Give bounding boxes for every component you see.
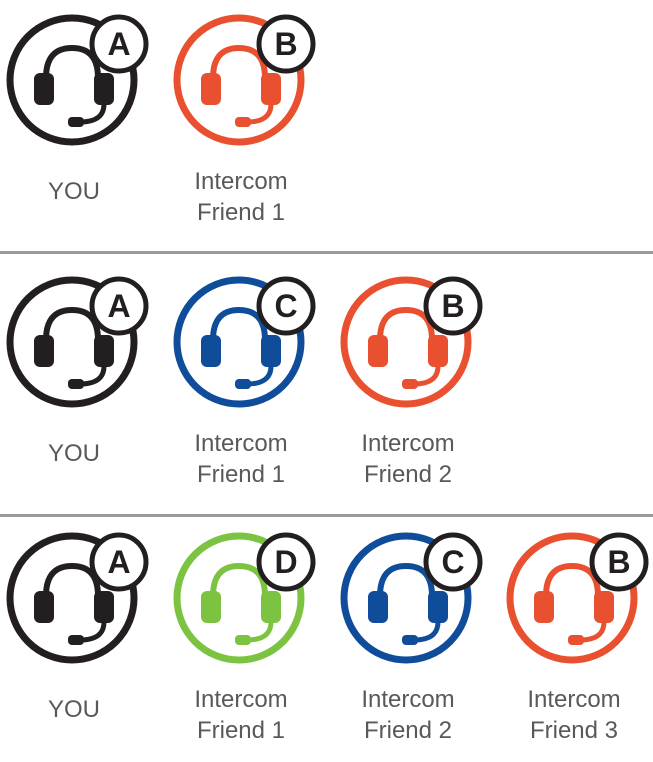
headset-label-line: YOU	[47, 440, 100, 467]
headband	[210, 44, 268, 81]
right-ear-cup	[261, 73, 281, 105]
badge-letter: B	[607, 544, 630, 580]
headset-label-line: Intercom	[361, 430, 455, 457]
badge-letter: D	[274, 544, 297, 580]
mic-tip	[568, 635, 584, 645]
right-ear-cup	[428, 335, 448, 367]
headband	[210, 562, 268, 599]
headset-label-line: Friend 1	[196, 199, 286, 226]
badge-letter: A	[107, 544, 130, 580]
headset-label-line: Friend 1	[196, 461, 286, 488]
left-ear-cup	[201, 335, 221, 367]
badge-letter: A	[107, 288, 130, 324]
headset-label: Intercom Friend 2	[338, 684, 478, 746]
headband	[43, 44, 101, 81]
headset-label: Intercom Friend 1	[171, 428, 311, 490]
badge-letter: A	[107, 26, 130, 62]
mic-tip	[402, 635, 418, 645]
right-ear-cup	[261, 591, 281, 623]
headset-unit-a: A YOU	[4, 266, 149, 506]
mic-tip	[235, 117, 251, 127]
left-ear-cup	[534, 591, 554, 623]
right-ear-cup	[594, 591, 614, 623]
right-ear-cup	[261, 335, 281, 367]
left-ear-cup	[201, 73, 221, 105]
mic-tip	[68, 117, 84, 127]
left-ear-cup	[201, 591, 221, 623]
mic-tip	[235, 379, 251, 389]
left-ear-cup	[34, 591, 54, 623]
headset-unit-c: C Intercom Friend 2	[338, 522, 483, 762]
mic-tip	[402, 379, 418, 389]
mic-tip	[68, 635, 84, 645]
headset-unit-b: B Intercom Friend 3	[504, 522, 649, 762]
headset-label-line: Friend 2	[363, 717, 453, 744]
row-divider	[0, 251, 653, 254]
headset-label-line: Friend 2	[363, 461, 453, 488]
headset-unit-d: D Intercom Friend 1	[171, 522, 316, 762]
headset-unit-a: A YOU	[4, 522, 149, 762]
headband	[543, 562, 601, 599]
headset-unit-a: A YOU	[4, 4, 149, 244]
headset-label: Intercom Friend 3	[504, 684, 644, 746]
headset-label: Intercom Friend 1	[171, 166, 311, 228]
headset-unit-b: B Intercom Friend 1	[171, 4, 316, 244]
right-ear-cup	[428, 591, 448, 623]
badge-letter: B	[441, 288, 464, 324]
mic-tip	[235, 635, 251, 645]
pairing-row-3: A YOU D Intercom Friend 1 C Intercom Friend 2 B I…	[0, 518, 653, 758]
headset-label-line: Intercom	[527, 686, 621, 713]
row-divider	[0, 514, 653, 517]
headset-label-line: YOU	[47, 178, 100, 205]
headset-label-line: YOU	[47, 696, 100, 723]
headband	[43, 562, 101, 599]
mic-tip	[68, 379, 84, 389]
headset-label: YOU	[4, 694, 144, 725]
headset-label-line: Intercom	[194, 168, 288, 195]
badge-letter: C	[441, 544, 464, 580]
badge-letter: B	[274, 26, 297, 62]
badge-letter: C	[274, 288, 297, 324]
right-ear-cup	[94, 73, 114, 105]
right-ear-cup	[94, 591, 114, 623]
headset-label: Intercom Friend 1	[171, 684, 311, 746]
headset-label: YOU	[4, 438, 144, 469]
headset-label-line: Friend 3	[529, 717, 619, 744]
headset-label-line: Intercom	[361, 686, 455, 713]
left-ear-cup	[34, 73, 54, 105]
headband	[377, 306, 435, 343]
left-ear-cup	[368, 335, 388, 367]
headset-label-line: Intercom	[194, 430, 288, 457]
pairing-row-1: A YOU B Intercom Friend 1	[0, 0, 653, 240]
left-ear-cup	[34, 335, 54, 367]
pairing-row-2: A YOU C Intercom Friend 1 B Intercom Friend 2	[0, 262, 653, 502]
headband	[377, 562, 435, 599]
left-ear-cup	[368, 591, 388, 623]
headband	[210, 306, 268, 343]
headset-label: YOU	[4, 176, 144, 207]
headband	[43, 306, 101, 343]
headset-unit-c: C Intercom Friend 1	[171, 266, 316, 506]
headset-unit-b: B Intercom Friend 2	[338, 266, 483, 506]
headset-label: Intercom Friend 2	[338, 428, 478, 490]
headset-label-line: Intercom	[194, 686, 288, 713]
headset-label-line: Friend 1	[196, 717, 286, 744]
right-ear-cup	[94, 335, 114, 367]
